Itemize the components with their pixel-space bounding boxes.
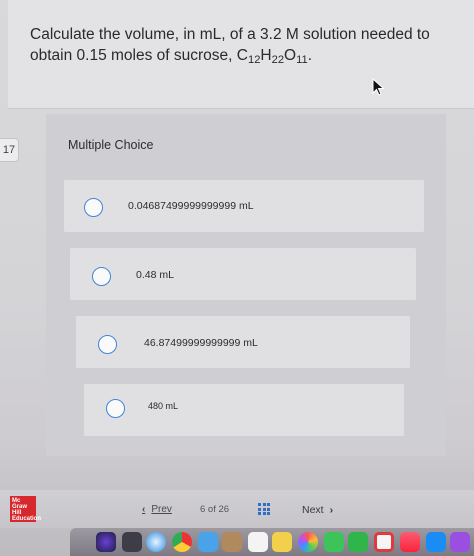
next-button[interactable]: Next › — [302, 504, 333, 516]
news-icon[interactable] — [374, 532, 394, 552]
question-card: Calculate the volume, in mL, of a 3.2 M … — [8, 0, 474, 109]
radio-button[interactable] — [92, 267, 111, 286]
multiple-choice-header: Multiple Choice — [68, 138, 154, 152]
prev-label: Prev — [151, 504, 172, 515]
chevron-left-icon: ‹ — [142, 504, 146, 515]
answer-option-label: 0.04687499999999999 mL — [128, 200, 254, 212]
facetime-icon[interactable] — [348, 532, 368, 552]
answer-option-label: 0.48 mL — [136, 269, 174, 281]
chrome-icon[interactable] — [172, 532, 192, 552]
page-indicator: 6 of 26 — [200, 504, 230, 515]
cursor-arrow-icon — [372, 78, 385, 96]
radio-button[interactable] — [84, 198, 103, 217]
question-number-tab[interactable]: 17 — [0, 138, 19, 162]
answer-option[interactable]: 46.87499999999999 mL — [76, 316, 410, 368]
next-label: Next — [302, 504, 324, 516]
mail-icon[interactable] — [198, 532, 218, 552]
question-text: Calculate the volume, in mL, of a 3.2 M … — [30, 26, 430, 66]
chevron-right-icon: › — [329, 504, 334, 516]
mcgraw-hill-logo: Mc Graw Hill Education — [10, 496, 42, 522]
radio-button[interactable] — [106, 399, 125, 418]
footer-navigation-bar — [0, 490, 474, 528]
app-store-icon[interactable] — [426, 532, 446, 552]
music-icon[interactable] — [400, 532, 420, 552]
answer-option[interactable]: 0.04687499999999999 mL — [64, 180, 424, 232]
podcasts-icon[interactable] — [450, 532, 470, 552]
photos-icon[interactable] — [298, 532, 318, 552]
radio-button[interactable] — [98, 335, 117, 354]
safari-icon[interactable] — [146, 532, 166, 552]
calendar-icon[interactable] — [248, 532, 268, 552]
siri-icon[interactable] — [96, 532, 116, 552]
launchpad-icon[interactable] — [122, 532, 142, 552]
grid-icon[interactable] — [258, 503, 270, 515]
answer-option-label: 480 mL — [148, 401, 179, 411]
prev-button[interactable]: ‹ Prev — [142, 504, 172, 515]
messages-icon[interactable] — [324, 532, 344, 552]
answer-option[interactable]: 0.48 mL — [70, 248, 416, 300]
notes-icon[interactable] — [272, 532, 292, 552]
contacts-icon[interactable] — [222, 532, 242, 552]
answer-option[interactable]: 480 mL — [84, 384, 404, 436]
answer-option-label: 46.87499999999999 mL — [144, 337, 258, 349]
